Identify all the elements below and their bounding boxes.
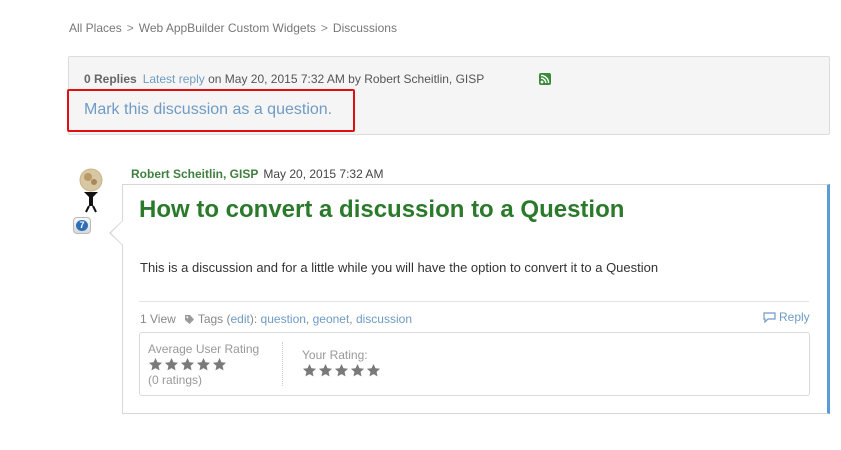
avatar[interactable] <box>76 168 106 214</box>
latest-reply-meta: on May 20, 2015 7:32 AM by Robert Scheit… <box>208 72 485 86</box>
average-rating-stars <box>148 357 227 372</box>
user-level-badge: 7 <box>73 217 91 234</box>
breadcrumb-separator: > <box>320 21 328 35</box>
average-rating: Average User Rating (0 ratings) <box>148 342 260 387</box>
star-icon <box>212 357 227 371</box>
your-rating-stars[interactable] <box>302 363 381 378</box>
breadcrumb-web-appbuilder[interactable]: Web AppBuilder Custom Widgets <box>139 21 316 35</box>
tag-question[interactable]: question <box>261 312 306 326</box>
rss-icon[interactable] <box>539 73 551 85</box>
post-body: This is a discussion and for a little wh… <box>140 260 659 275</box>
post-card: How to convert a discussion to a Questio… <box>122 184 830 414</box>
breadcrumb-all-places[interactable]: All Places <box>69 21 122 35</box>
star-icon[interactable] <box>318 363 333 378</box>
view-count: 1 View <box>140 312 176 326</box>
star-icon <box>148 357 163 371</box>
tag-discussion[interactable]: discussion <box>356 312 412 326</box>
mark-as-question-link[interactable]: Mark this discussion as a question. <box>84 101 332 119</box>
star-icon <box>196 357 211 371</box>
star-icon[interactable] <box>366 363 381 378</box>
post-pointer-fill <box>111 221 123 245</box>
star-icon <box>180 357 195 371</box>
tags-label: Tags ( <box>197 312 231 326</box>
reply-button[interactable]: Reply <box>763 310 810 326</box>
tags-edit-link[interactable]: edit <box>231 312 250 326</box>
star-icon[interactable] <box>302 363 317 378</box>
reply-label: Reply <box>779 310 810 324</box>
post-meta: 1 View Tags (edit): question, geonet, dis… <box>140 312 412 328</box>
latest-reply-link[interactable]: Latest reply <box>143 72 205 86</box>
post-author-link[interactable]: Robert Scheitlin, GISP <box>131 167 258 181</box>
post-date: May 20, 2015 7:32 AM <box>263 167 384 181</box>
breadcrumb-separator: > <box>126 21 134 35</box>
user-level-number: 7 <box>76 220 88 231</box>
reply-icon <box>763 312 776 326</box>
post-divider <box>139 301 809 302</box>
average-rating-count: (0 ratings) <box>148 373 203 387</box>
tag-geonet[interactable]: geonet <box>313 312 350 326</box>
rating-divider <box>282 342 283 386</box>
tags-label-close: ): <box>249 312 258 326</box>
post-author-line: Robert Scheitlin, GISP May 20, 2015 7:32 … <box>131 167 383 181</box>
your-rating-label: Your Rating: <box>302 348 368 362</box>
breadcrumb-discussions[interactable]: Discussions <box>333 21 397 35</box>
star-icon[interactable] <box>350 363 365 378</box>
post-title: How to convert a discussion to a Questio… <box>139 196 625 223</box>
reply-count: 0 Replies <box>84 72 137 86</box>
star-icon[interactable] <box>334 363 349 378</box>
rating-panel: Average User Rating (0 ratings) Your Rat… <box>139 332 810 396</box>
average-rating-label: Average User Rating <box>148 342 260 356</box>
reply-summary: 0 Replies Latest reply on May 20, 2015 7:… <box>84 72 484 86</box>
breadcrumb: All Places > Web AppBuilder Custom Widgets… <box>69 21 397 35</box>
tag-icon <box>184 314 195 328</box>
star-icon <box>164 357 179 371</box>
mark-as-question-highlight: Mark this discussion as a question. <box>67 89 355 132</box>
